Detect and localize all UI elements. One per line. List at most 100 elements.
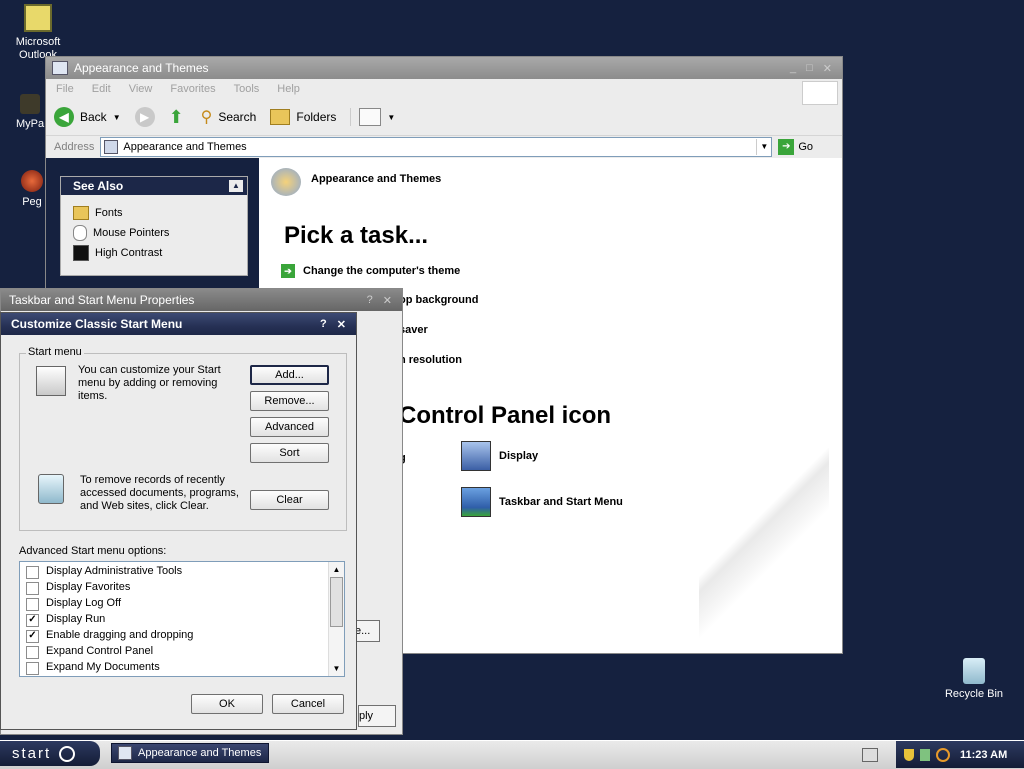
- add-button[interactable]: Add...: [250, 365, 329, 385]
- explorer-titlebar[interactable]: Appearance and Themes _ □ ✕: [46, 57, 842, 79]
- see-also-header[interactable]: See Also ▲: [61, 177, 247, 195]
- see-also-mouse-pointers[interactable]: Mouse Pointers: [61, 223, 247, 243]
- my-pictures-icon: [20, 94, 40, 114]
- high-contrast-icon: [73, 245, 89, 261]
- sort-button[interactable]: Sort: [250, 443, 329, 463]
- desktop-icon-outlook[interactable]: Microsoft Outlook: [0, 4, 76, 62]
- start-button[interactable]: start: [0, 741, 100, 766]
- go-button[interactable]: ➔ Go: [778, 139, 813, 155]
- folders-label: Folders: [296, 110, 337, 124]
- option-label: Enable dragging and dropping: [46, 629, 194, 641]
- remove-button[interactable]: Remove...: [250, 391, 329, 411]
- option-row[interactable]: ✓ Display Run: [20, 611, 344, 627]
- dialog-titlebar[interactable]: Customize Classic Start Menu ? ✕: [1, 313, 356, 335]
- close-icon[interactable]: ✕: [823, 62, 832, 75]
- cp-icon-display[interactable]: Display: [461, 441, 538, 471]
- option-row[interactable]: Expand Control Panel: [20, 643, 344, 659]
- option-label: Expand Control Panel: [46, 645, 154, 657]
- option-row[interactable]: Display Administrative Tools: [20, 563, 344, 579]
- shield-icon[interactable]: [904, 748, 914, 761]
- network-icon[interactable]: [920, 748, 930, 761]
- checkbox[interactable]: [26, 597, 39, 611]
- taskbar-properties-titlebar[interactable]: Taskbar and Start Menu Properties ? ✕: [1, 289, 402, 311]
- up-button[interactable]: ⬆: [169, 107, 187, 127]
- scrollbar[interactable]: ▲ ▼: [328, 562, 344, 676]
- help-icon[interactable]: ?: [320, 318, 327, 331]
- see-also-high-contrast[interactable]: High Contrast: [61, 243, 247, 263]
- cp-icon-label: Taskbar and Start Menu: [499, 496, 623, 508]
- menu-edit[interactable]: Edit: [92, 83, 111, 95]
- forward-button[interactable]: ▶: [134, 107, 155, 127]
- close-icon[interactable]: ✕: [383, 294, 392, 307]
- address-label: Address: [54, 141, 95, 153]
- start-label: start: [12, 745, 52, 762]
- checkbox[interactable]: [26, 645, 39, 659]
- address-bar: Address Appearance and Themes ▼ ➔ Go: [46, 136, 842, 159]
- folders-icon: [270, 109, 291, 125]
- pick-task-heading: Pick a task...: [284, 222, 429, 249]
- mouse-icon: [73, 225, 87, 241]
- task-screen-resolution[interactable]: n resolution: [399, 354, 462, 366]
- advanced-button[interactable]: Advanced: [250, 417, 329, 437]
- option-label: Display Run: [46, 613, 106, 625]
- help-icon[interactable]: ?: [367, 294, 373, 307]
- see-also-fonts[interactable]: Fonts: [61, 203, 247, 223]
- task-screen-saver[interactable]: saver: [399, 324, 428, 336]
- cancel-button[interactable]: Cancel: [272, 694, 344, 714]
- clock[interactable]: 11:23 AM: [960, 749, 1007, 761]
- search-button[interactable]: ⚲ Search: [201, 107, 257, 127]
- control-panel-icon: [104, 140, 119, 154]
- menu-view[interactable]: View: [129, 83, 153, 95]
- clear-button[interactable]: Clear: [250, 490, 329, 510]
- see-also-item-label: Fonts: [95, 207, 123, 219]
- task-desktop-background[interactable]: op background: [399, 294, 478, 306]
- checkbox[interactable]: [26, 581, 39, 595]
- see-also-title: See Also: [73, 179, 124, 193]
- option-row[interactable]: Display Log Off: [20, 595, 344, 611]
- maximize-icon[interactable]: □: [806, 62, 813, 75]
- chevron-down-icon[interactable]: ▼: [756, 139, 771, 155]
- see-also-item-label: High Contrast: [95, 247, 163, 259]
- checkbox[interactable]: ✓: [26, 629, 39, 643]
- checkbox[interactable]: [26, 565, 39, 579]
- folders-button[interactable]: Folders: [270, 109, 336, 125]
- fragment-label: e...: [355, 625, 371, 637]
- customize-start-menu-dialog: Customize Classic Start Menu ? ✕ Start m…: [0, 312, 357, 730]
- ok-button[interactable]: OK: [191, 694, 263, 714]
- option-label: Display Log Off: [46, 597, 122, 609]
- chevron-down-icon: ▼: [112, 112, 121, 122]
- desktop-icon-label: Recycle Bin: [944, 688, 1004, 700]
- option-row[interactable]: Display Favorites: [20, 579, 344, 595]
- menu-tools[interactable]: Tools: [234, 83, 260, 95]
- apply-label: ply: [359, 710, 374, 722]
- menu-help[interactable]: Help: [277, 83, 300, 95]
- task-change-theme[interactable]: ➔ Change the computer's theme: [281, 264, 460, 278]
- option-row[interactable]: Expand My Documents: [20, 659, 344, 675]
- folder-icon: [52, 61, 68, 75]
- desktop-icon-recycle-bin[interactable]: Recycle Bin: [936, 658, 1012, 701]
- search-tray-icon[interactable]: [936, 747, 950, 762]
- menu-file[interactable]: File: [56, 83, 74, 95]
- cp-icon-taskbar[interactable]: Taskbar and Start Menu: [461, 487, 623, 517]
- scroll-thumb[interactable]: [330, 577, 343, 627]
- taskbar-button-appearance[interactable]: Appearance and Themes: [111, 743, 269, 763]
- see-also-item-label: Mouse Pointers: [93, 227, 170, 239]
- system-tray: 11:23 AM: [896, 741, 1024, 768]
- option-row[interactable]: ✓ Enable dragging and dropping: [20, 627, 344, 643]
- scroll-down-icon[interactable]: ▼: [329, 661, 344, 676]
- apply-button[interactable]: ply: [358, 705, 396, 727]
- menu-favorites[interactable]: Favorites: [170, 83, 215, 95]
- keyboard-icon[interactable]: [862, 748, 878, 762]
- checkbox[interactable]: ✓: [26, 613, 39, 627]
- checkbox[interactable]: [26, 661, 39, 675]
- close-icon[interactable]: ✕: [337, 318, 346, 331]
- back-button[interactable]: ◀ Back ▼: [54, 107, 121, 127]
- chevron-down-icon: ▼: [387, 112, 396, 122]
- collapse-icon[interactable]: ▲: [229, 180, 243, 192]
- fragment-button[interactable]: e...: [354, 620, 380, 642]
- address-input[interactable]: Appearance and Themes ▼: [100, 137, 773, 157]
- minimize-icon[interactable]: _: [790, 62, 796, 75]
- recycle-bin-icon: [963, 658, 985, 684]
- scroll-up-icon[interactable]: ▲: [329, 562, 344, 577]
- views-button[interactable]: ▼: [350, 108, 395, 126]
